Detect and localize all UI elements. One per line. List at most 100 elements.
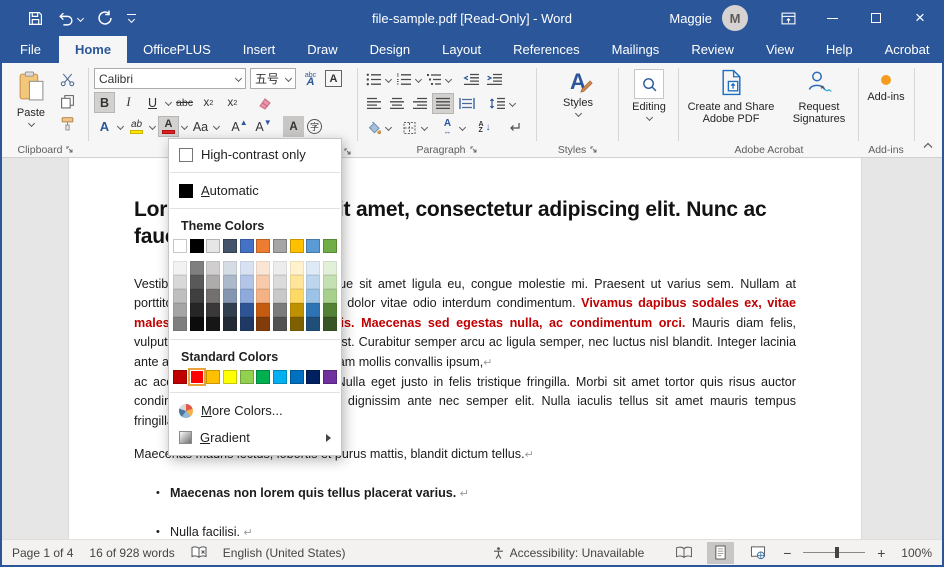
- distributed-icon[interactable]: [456, 93, 477, 114]
- tab-insert[interactable]: Insert: [227, 36, 292, 63]
- tab-acrobat[interactable]: Acrobat: [869, 36, 944, 63]
- color-swatch[interactable]: [206, 275, 220, 289]
- gradient-item[interactable]: Gradient: [169, 424, 341, 451]
- character-border-button[interactable]: A: [325, 70, 342, 87]
- collapse-ribbon-icon[interactable]: [923, 140, 933, 152]
- undo-dropdown-icon[interactable]: [77, 14, 84, 21]
- character-scaling-icon[interactable]: A ↔: [437, 117, 458, 138]
- color-swatch[interactable]: [223, 261, 237, 275]
- color-swatch[interactable]: [290, 289, 304, 303]
- tab-view[interactable]: View: [750, 36, 810, 63]
- color-swatch[interactable]: [240, 261, 254, 275]
- zoom-slider-handle[interactable]: [835, 547, 839, 558]
- align-right-icon[interactable]: [409, 93, 430, 114]
- borders-icon[interactable]: [399, 117, 420, 138]
- tab-help[interactable]: Help: [810, 36, 869, 63]
- zoom-in-button[interactable]: +: [875, 545, 887, 561]
- color-swatch[interactable]: [306, 317, 320, 331]
- styles-button[interactable]: A Styles: [540, 63, 616, 141]
- more-colors-item[interactable]: More Colors...: [169, 397, 341, 424]
- format-painter-icon[interactable]: [57, 113, 78, 134]
- read-mode-button[interactable]: [670, 542, 697, 564]
- color-swatch[interactable]: [273, 275, 287, 289]
- color-swatch[interactable]: [256, 239, 270, 253]
- font-color-dropdown-icon[interactable]: [181, 123, 188, 130]
- color-swatch[interactable]: [290, 239, 304, 253]
- color-swatch[interactable]: [256, 289, 270, 303]
- font-name-combobox[interactable]: Calibri: [94, 68, 246, 89]
- color-swatch[interactable]: [223, 239, 237, 253]
- color-swatch[interactable]: [323, 303, 337, 317]
- color-swatch[interactable]: [290, 370, 304, 384]
- underline-dropdown-icon[interactable]: [165, 99, 172, 106]
- color-swatch[interactable]: [190, 261, 204, 275]
- align-center-icon[interactable]: [386, 93, 407, 114]
- font-size-dropdown-icon[interactable]: [285, 75, 292, 82]
- color-swatch[interactable]: [273, 289, 287, 303]
- color-swatch[interactable]: [323, 317, 337, 331]
- color-swatch[interactable]: [273, 239, 287, 253]
- color-swatch[interactable]: [223, 370, 237, 384]
- bullet-list-icon[interactable]: [363, 69, 384, 90]
- maximize-button[interactable]: [854, 0, 898, 36]
- justify-icon[interactable]: [432, 93, 454, 114]
- font-color-button[interactable]: A: [158, 116, 179, 137]
- cut-icon[interactable]: [57, 69, 78, 90]
- sort-icon[interactable]: AZ ↓: [474, 117, 495, 138]
- color-swatch[interactable]: [173, 261, 187, 275]
- increase-indent-icon[interactable]: [484, 69, 505, 90]
- accessibility-status[interactable]: Accessibility: Unavailable: [492, 546, 645, 560]
- line-spacing-icon[interactable]: [487, 93, 508, 114]
- color-swatch[interactable]: [223, 275, 237, 289]
- color-swatch[interactable]: [256, 317, 270, 331]
- styles-dropdown-icon[interactable]: [574, 110, 581, 117]
- styles-dialog-launcher-icon[interactable]: [590, 146, 598, 154]
- color-swatch[interactable]: [323, 289, 337, 303]
- color-swatch[interactable]: [190, 317, 204, 331]
- color-swatch[interactable]: [240, 303, 254, 317]
- save-icon[interactable]: [28, 11, 43, 26]
- color-swatch[interactable]: [273, 317, 287, 331]
- color-swatch[interactable]: [173, 317, 187, 331]
- tab-officeplus[interactable]: OfficePLUS: [127, 36, 227, 63]
- automatic-color-item[interactable]: Automatic: [169, 177, 341, 204]
- numbered-list-dropdown-icon[interactable]: [415, 76, 422, 83]
- font-dialog-launcher-icon[interactable]: [344, 148, 352, 156]
- color-swatch[interactable]: [256, 275, 270, 289]
- color-swatch[interactable]: [306, 261, 320, 275]
- web-layout-button[interactable]: [744, 542, 771, 564]
- color-swatch[interactable]: [290, 275, 304, 289]
- color-swatch[interactable]: [223, 317, 237, 331]
- paste-button[interactable]: Paste: [10, 65, 52, 143]
- enclose-characters-button[interactable]: 字: [307, 119, 322, 134]
- color-swatch[interactable]: [240, 239, 254, 253]
- superscript-button[interactable]: x2: [222, 92, 243, 113]
- color-swatch[interactable]: [306, 303, 320, 317]
- color-swatch[interactable]: [273, 370, 287, 384]
- color-swatch[interactable]: [323, 239, 337, 253]
- tab-home[interactable]: Home: [59, 36, 127, 63]
- color-swatch[interactable]: [173, 370, 187, 384]
- color-swatch[interactable]: [306, 239, 320, 253]
- color-swatch[interactable]: [240, 289, 254, 303]
- bold-button[interactable]: B: [94, 92, 115, 113]
- editing-dropdown-icon[interactable]: [645, 114, 652, 121]
- multilevel-list-dropdown-icon[interactable]: [445, 76, 452, 83]
- editing-button[interactable]: Editing: [621, 63, 677, 141]
- color-swatch[interactable]: [223, 303, 237, 317]
- user-name[interactable]: Maggie: [669, 11, 712, 26]
- color-swatch[interactable]: [273, 261, 287, 275]
- tab-layout[interactable]: Layout: [426, 36, 497, 63]
- character-shading-button[interactable]: A: [283, 116, 304, 137]
- shrink-font-button[interactable]: A▼: [253, 116, 274, 137]
- color-swatch[interactable]: [306, 370, 320, 384]
- close-button[interactable]: ×: [898, 0, 942, 36]
- color-swatch[interactable]: [206, 370, 220, 384]
- text-effects-button[interactable]: A: [94, 116, 115, 137]
- color-swatch[interactable]: [190, 289, 204, 303]
- character-scaling-dropdown-icon[interactable]: [459, 124, 466, 131]
- tab-file[interactable]: File: [2, 36, 59, 63]
- color-swatch[interactable]: [206, 239, 220, 253]
- undo-icon[interactable]: [57, 11, 83, 26]
- color-swatch[interactable]: [256, 303, 270, 317]
